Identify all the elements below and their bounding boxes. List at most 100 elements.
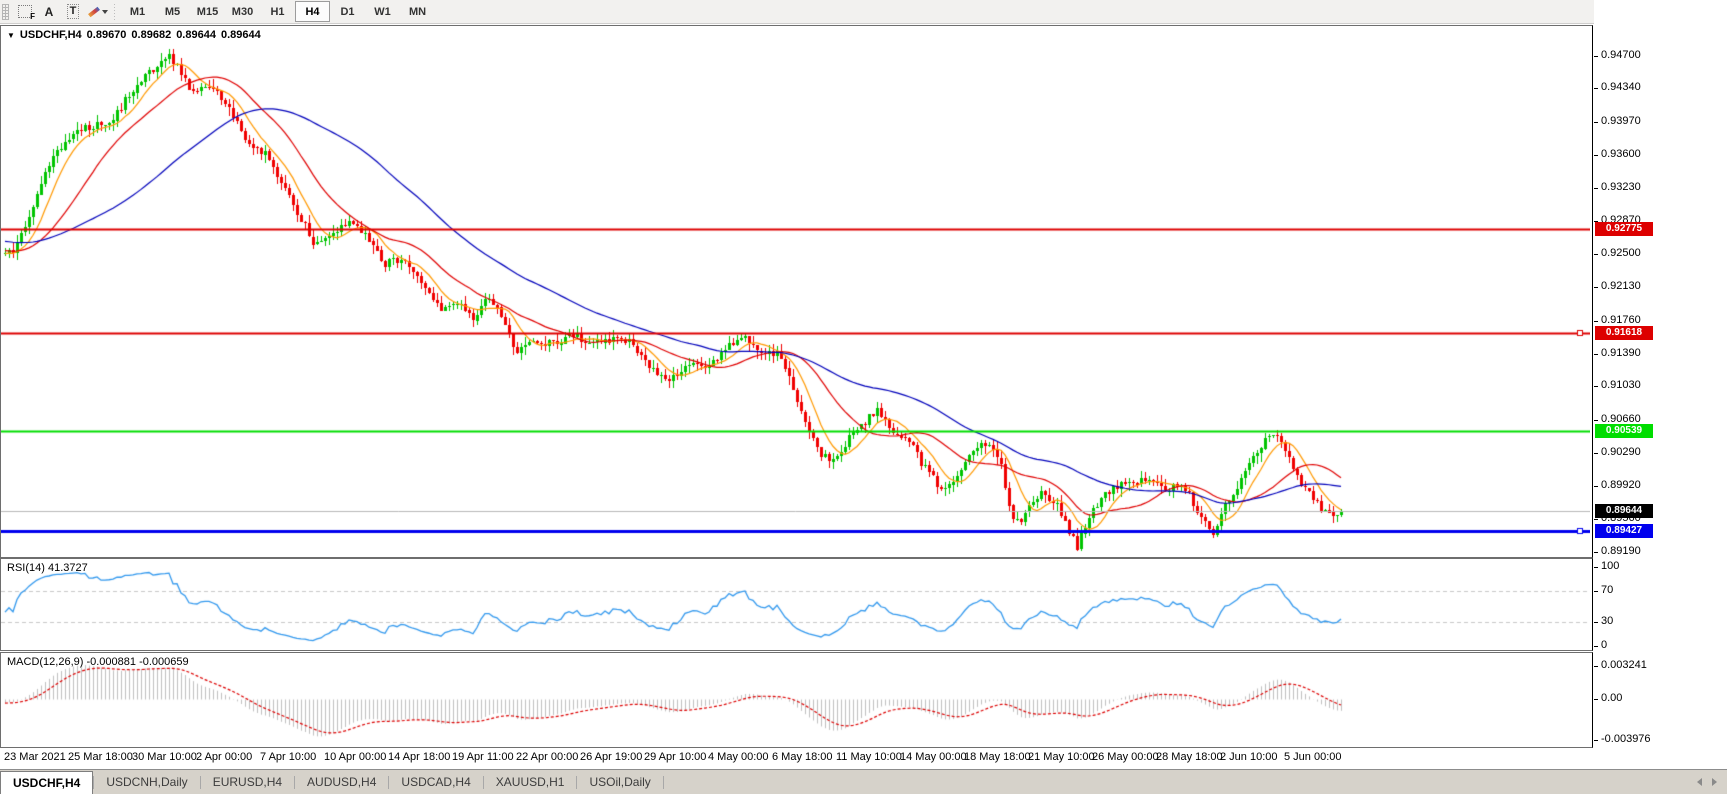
date-tick-label: 18 May 18:00	[964, 751, 1031, 763]
rsi-panel: RSI(14) 41.3727	[0, 558, 1593, 651]
trading-terminal-window: { "toolbar": { "icon_f": "F", "icon_a": …	[0, 0, 1727, 793]
axis-tick-mark	[1594, 188, 1598, 189]
toolbar-grip[interactable]	[2, 4, 9, 20]
axis-tick-mark	[1594, 420, 1598, 421]
letter-t-glyph: T	[67, 4, 80, 19]
macd-tick-label: -0.003976	[1601, 733, 1651, 745]
timeframe-button-m1[interactable]: M1	[120, 1, 155, 22]
timeframe-button-h1[interactable]: H1	[260, 1, 295, 22]
axis-tick-mark	[1594, 453, 1598, 454]
time-axis[interactable]: 23 Mar 202125 Mar 18:0030 Mar 10:002 Apr…	[0, 748, 1593, 768]
level-price-badge: 0.90539	[1595, 424, 1653, 438]
timeframe-button-m5[interactable]: M5	[155, 1, 190, 22]
ohlc-high: 0.89682	[131, 29, 171, 41]
timeframe-button-w1[interactable]: W1	[365, 1, 400, 22]
date-tick-label: 5 Jun 00:00	[1284, 751, 1342, 763]
text-box-icon[interactable]: T	[61, 2, 85, 21]
price-tick-label: 0.89190	[1601, 545, 1641, 557]
date-tick-label: 6 May 18:00	[772, 751, 833, 763]
chart-title: ▼ USDCHF,H4 0.89670 0.89682 0.89644 0.89…	[7, 29, 261, 41]
tab-scroll-buttons	[1697, 770, 1717, 794]
date-tick-label: 14 May 00:00	[900, 751, 967, 763]
date-tick-label: 2 Jun 10:00	[1220, 751, 1278, 763]
axis-tick-mark	[1594, 254, 1598, 255]
date-tick-label: 7 Apr 10:00	[260, 751, 316, 763]
chart-tab-audusd-h4[interactable]: AUDUSD,H4	[295, 770, 388, 794]
rsi-tick-label: 30	[1601, 615, 1613, 627]
timeframe-button-d1[interactable]: D1	[330, 1, 365, 22]
timeframe-button-h4[interactable]: H4	[295, 1, 330, 22]
price-tick-label: 0.91030	[1601, 379, 1641, 391]
rsi-canvas[interactable]	[1, 559, 1590, 648]
draw-style-icon[interactable]	[85, 2, 109, 21]
date-tick-label: 28 May 18:00	[1156, 751, 1223, 763]
date-tick-label: 26 May 00:00	[1092, 751, 1159, 763]
level-price-badge: 0.91618	[1595, 326, 1653, 340]
price-tick-label: 0.93600	[1601, 148, 1641, 160]
symbol-period-label: USDCHF,H4	[20, 29, 82, 41]
date-tick-label: 23 Mar 2021	[4, 751, 66, 763]
date-tick-label: 19 Apr 11:00	[452, 751, 514, 763]
chart-tab-bar: USDCHF,H4USDCNH,DailyEURUSD,H4AUDUSD,H4U…	[0, 769, 1727, 794]
price-tick-label: 0.92130	[1601, 280, 1641, 292]
axis-tick-mark	[1594, 591, 1598, 592]
axis-tick-mark	[1594, 354, 1598, 355]
rsi-tick-label: 100	[1601, 560, 1619, 572]
axis-tick-mark	[1594, 287, 1598, 288]
axis-tick-mark	[1594, 622, 1598, 623]
chevron-down-icon	[102, 10, 108, 14]
price-tick-label: 0.91390	[1601, 347, 1641, 359]
axis-tick-mark	[1594, 666, 1598, 667]
date-tick-label: 14 Apr 18:00	[388, 751, 450, 763]
macd-tick-label: 0.003241	[1601, 659, 1647, 671]
axis-tick-mark	[1594, 122, 1598, 123]
tab-scroll-left-icon[interactable]	[1697, 778, 1702, 786]
date-tick-label: 22 Apr 00:00	[516, 751, 578, 763]
macd-label: MACD(12,26,9) -0.000881 -0.000659	[7, 656, 189, 668]
indicators-grid-icon[interactable]: F	[13, 2, 37, 21]
chart-tab-usdcad-h4[interactable]: USDCAD,H4	[389, 770, 482, 794]
price-axis[interactable]: 0.947000.943400.939700.936000.932300.928…	[1594, 0, 1727, 769]
price-tick-label: 0.94340	[1601, 81, 1641, 93]
macd-panel: MACD(12,26,9) -0.000881 -0.000659	[0, 652, 1593, 748]
pencil-icon	[87, 5, 100, 18]
letter-a-glyph: A	[45, 5, 54, 19]
date-tick-label: 25 Mar 18:00	[68, 751, 133, 763]
price-chart-canvas[interactable]	[1, 26, 1590, 555]
chart-tab-xauusd-h1[interactable]: XAUUSD,H1	[484, 770, 577, 794]
date-tick-label: 4 May 00:00	[708, 751, 769, 763]
timeframe-button-mn[interactable]: MN	[400, 1, 435, 22]
axis-tick-mark	[1594, 646, 1598, 647]
rsi-label: RSI(14) 41.3727	[7, 562, 88, 574]
axis-tick-mark	[1594, 519, 1598, 520]
timeframe-button-m15[interactable]: M15	[190, 1, 225, 22]
toolbar: F A T M1M5M15M30H1H4D1W1MN	[0, 0, 1727, 24]
ohlc-open: 0.89670	[87, 29, 127, 41]
macd-canvas[interactable]	[1, 653, 1590, 745]
chart-tab-eurusd-h4[interactable]: EURUSD,H4	[201, 770, 294, 794]
axis-tick-mark	[1594, 699, 1598, 700]
axis-tick-mark	[1594, 56, 1598, 57]
tab-separator	[663, 776, 664, 789]
tab-scroll-right-icon[interactable]	[1712, 778, 1717, 786]
price-tick-label: 0.93230	[1601, 181, 1641, 193]
chart-tab-usoil-daily[interactable]: USOil,Daily	[577, 770, 662, 794]
axis-tick-mark	[1594, 740, 1598, 741]
collapse-ohlc-icon[interactable]: ▼	[7, 31, 15, 40]
price-tick-label: 0.93970	[1601, 115, 1641, 127]
text-label-icon[interactable]: A	[37, 2, 61, 21]
axis-tick-mark	[1594, 552, 1598, 553]
timeframe-button-group: M1M5M15M30H1H4D1W1MN	[120, 1, 435, 22]
rsi-tick-label: 70	[1601, 584, 1613, 596]
chart-tab-usdchf-h4[interactable]: USDCHF,H4	[0, 771, 93, 794]
axis-tick-mark	[1594, 321, 1598, 322]
price-tick-label: 0.92500	[1601, 247, 1641, 259]
current-price-badge: 0.89644	[1595, 504, 1653, 518]
date-tick-label: 10 Apr 00:00	[324, 751, 386, 763]
grid-f-label: F	[30, 12, 35, 21]
chart-tab-usdcnh-daily[interactable]: USDCNH,Daily	[94, 770, 199, 794]
level-price-badge: 0.89427	[1595, 524, 1653, 538]
timeframe-button-m30[interactable]: M30	[225, 1, 260, 22]
date-tick-label: 30 Mar 10:00	[132, 751, 197, 763]
rsi-tick-label: 0	[1601, 639, 1607, 651]
